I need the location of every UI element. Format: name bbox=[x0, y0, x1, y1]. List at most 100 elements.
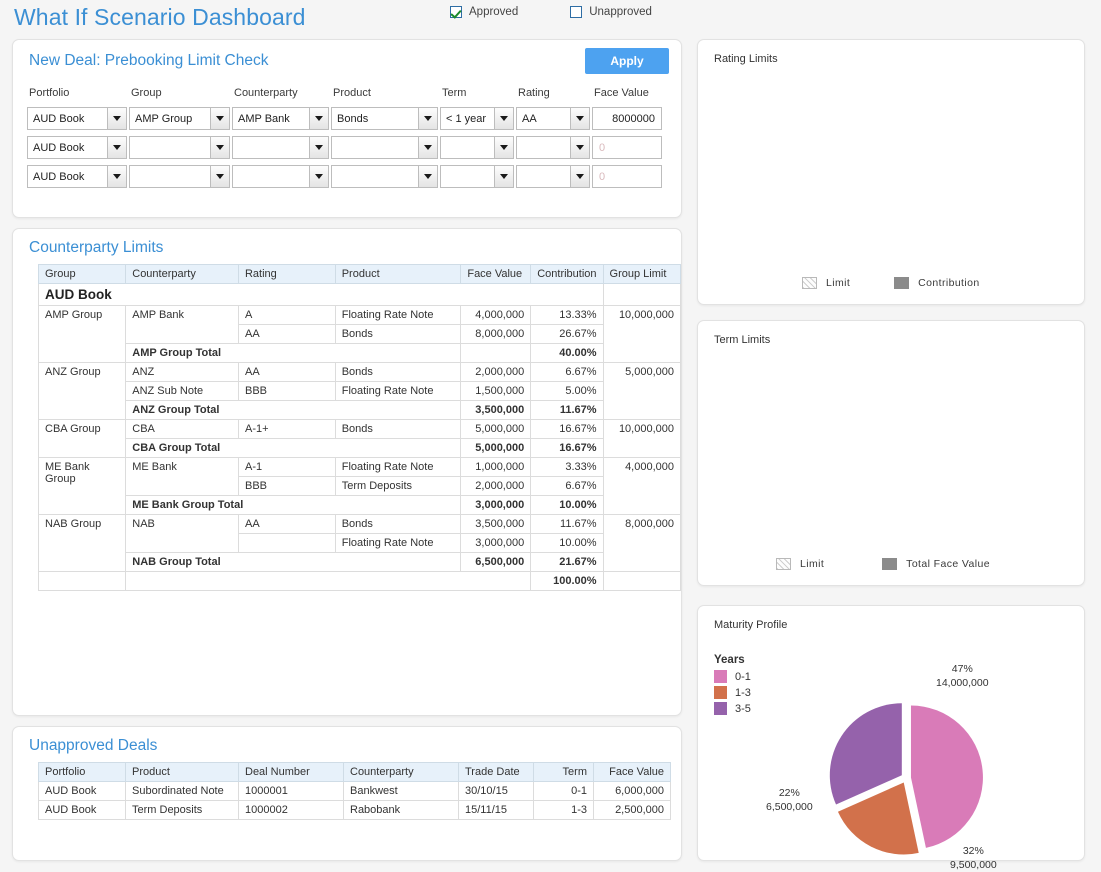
cell-product: Floating Rate Note bbox=[335, 534, 461, 553]
chevron-down-icon[interactable] bbox=[418, 166, 437, 187]
term-select-row3[interactable] bbox=[440, 165, 514, 188]
legend-swatch-value bbox=[882, 558, 897, 570]
cell-face-value: 2,000,000 bbox=[461, 363, 531, 382]
cell-face-value: 3,000,000 bbox=[461, 534, 531, 553]
group-total-row: ANZ Group Total3,500,00011.67% bbox=[39, 401, 681, 420]
chevron-down-icon[interactable] bbox=[570, 108, 589, 129]
term-select-row2[interactable] bbox=[440, 136, 514, 159]
pie-value-3-5: 9,500,000 bbox=[950, 859, 997, 871]
chevron-down-icon[interactable] bbox=[570, 166, 589, 187]
group-total-row: ME Bank Group Total3,000,00010.00% bbox=[39, 496, 681, 515]
chevron-down-icon[interactable] bbox=[418, 137, 437, 158]
form-header-product: Product bbox=[331, 87, 438, 103]
form-header-portfolio: Portfolio bbox=[27, 87, 127, 103]
counterparty-select-row3[interactable] bbox=[232, 165, 329, 188]
cell-contribution: 16.67% bbox=[531, 420, 603, 439]
col-group: Group bbox=[39, 265, 126, 284]
portfolio-select-row2[interactable]: AUD Book bbox=[27, 136, 127, 159]
col-contribution: Contribution bbox=[531, 265, 603, 284]
checkbox-unapproved[interactable]: Unapproved bbox=[570, 6, 652, 18]
group-select-row1[interactable]: AMP Group bbox=[129, 107, 230, 130]
checkbox-approved[interactable]: Approved bbox=[450, 6, 518, 18]
legend-label-limit: Limit bbox=[800, 558, 824, 570]
chevron-down-icon[interactable] bbox=[494, 108, 513, 129]
chevron-down-icon[interactable] bbox=[570, 137, 589, 158]
group-select-row2[interactable] bbox=[129, 136, 230, 159]
cell-face-value: 8,000,000 bbox=[461, 325, 531, 344]
chevron-down-icon[interactable] bbox=[418, 108, 437, 129]
apply-button[interactable]: Apply bbox=[585, 48, 669, 74]
cell-contribution: 26.67% bbox=[531, 325, 603, 344]
chevron-down-icon[interactable] bbox=[210, 137, 229, 158]
chevron-down-icon[interactable] bbox=[494, 166, 513, 187]
form-header-term: Term bbox=[440, 87, 514, 103]
chevron-down-icon[interactable] bbox=[107, 108, 126, 129]
cell-group-total-label: NAB Group Total bbox=[126, 553, 461, 572]
chevron-down-icon[interactable] bbox=[107, 166, 126, 187]
form-header-counterparty: Counterparty bbox=[232, 87, 329, 103]
cell-group-total-label: ME Bank Group Total bbox=[126, 496, 461, 515]
face-value-input-row1[interactable]: 8000000 bbox=[592, 107, 662, 130]
cell-group-limit: 8,000,000 bbox=[603, 515, 680, 572]
chevron-down-icon[interactable] bbox=[210, 166, 229, 187]
chevron-down-icon[interactable] bbox=[309, 166, 328, 187]
cell-face-value: 1,500,000 bbox=[461, 382, 531, 401]
cell-counterparty: Bankwest bbox=[344, 782, 459, 801]
pie-value-0-1: 14,000,000 bbox=[936, 677, 989, 689]
chevron-down-icon[interactable] bbox=[210, 108, 229, 129]
col-group-limit: Group Limit bbox=[603, 265, 680, 284]
counterparty-select-row2[interactable] bbox=[232, 136, 329, 159]
cell-group-total-face-value: 6,500,000 bbox=[461, 553, 531, 572]
portfolio-select-row3[interactable]: AUD Book bbox=[27, 165, 127, 188]
rating-select-row2[interactable] bbox=[516, 136, 590, 159]
dashboard-page: What If Scenario Dashboard Approved Unap… bbox=[0, 0, 1101, 871]
table-row: AMP GroupAMP BankAFloating Rate Note4,00… bbox=[39, 306, 681, 325]
product-select-row3[interactable] bbox=[331, 165, 438, 188]
col-portfolio: Portfolio bbox=[39, 763, 126, 782]
pie-label-1-3: 22%6,500,000 bbox=[766, 786, 813, 814]
cell-group-limit: 5,000,000 bbox=[603, 363, 680, 420]
chevron-down-icon[interactable] bbox=[494, 137, 513, 158]
face-value-input-row3[interactable]: 0 bbox=[592, 165, 662, 188]
chevron-down-icon[interactable] bbox=[309, 108, 328, 129]
cell-face-value: 1,000,000 bbox=[461, 458, 531, 477]
cell-group-total-label: CBA Group Total bbox=[126, 439, 461, 458]
rating-limits-title: Rating Limits bbox=[714, 53, 778, 65]
cell-counterparty: CBA bbox=[126, 420, 239, 439]
checkbox-approved-box[interactable] bbox=[450, 6, 462, 18]
checkbox-unapproved-box[interactable] bbox=[570, 6, 582, 18]
cell-product: Bonds bbox=[335, 325, 461, 344]
cell-group-total-face-value: 3,500,000 bbox=[461, 401, 531, 420]
chevron-down-icon[interactable] bbox=[309, 137, 328, 158]
counterparty-limits-panel: Counterparty Limits GroupCounterpartyRat… bbox=[12, 228, 682, 716]
rating-select-row1[interactable]: AA bbox=[516, 107, 590, 130]
group-select-row3[interactable] bbox=[129, 165, 230, 188]
rating-select-row3[interactable] bbox=[516, 165, 590, 188]
product-select-row2[interactable] bbox=[331, 136, 438, 159]
group-total-row: NAB Group Total6,500,00021.67% bbox=[39, 553, 681, 572]
legend-label-value: Total Face Value bbox=[906, 558, 990, 570]
cell-face-value: 2,500,000 bbox=[594, 801, 671, 820]
cell-group-limit: 10,000,000 bbox=[603, 306, 680, 363]
legend-label-value: Contribution bbox=[918, 277, 979, 289]
face-value-input-row2[interactable]: 0 bbox=[592, 136, 662, 159]
cell-face-value: 4,000,000 bbox=[461, 306, 531, 325]
rating-limits-panel: Rating Limits 0%20%40%60%80%100%AA-1A-1+… bbox=[697, 39, 1085, 305]
cell-group: NAB Group bbox=[39, 515, 126, 572]
cell-contribution: 6.67% bbox=[531, 477, 603, 496]
portfolio-select-row1[interactable]: AUD Book bbox=[27, 107, 127, 130]
pie-percent-3-5: 32% bbox=[963, 845, 984, 857]
counterparty-select-row1[interactable]: AMP Bank bbox=[232, 107, 329, 130]
cell-counterparty: ANZ bbox=[126, 363, 239, 382]
col-face-value: Face Value bbox=[594, 763, 671, 782]
chevron-down-icon[interactable] bbox=[107, 137, 126, 158]
cell-product: Term Deposits bbox=[126, 801, 239, 820]
product-select-row1[interactable]: Bonds bbox=[331, 107, 438, 130]
table-row: ANZ GroupANZAABonds2,000,0006.67%5,000,0… bbox=[39, 363, 681, 382]
counterparty-limits-title: Counterparty Limits bbox=[29, 239, 163, 257]
cell-contribution: 5.00% bbox=[531, 382, 603, 401]
cell-deal-number: 1000002 bbox=[239, 801, 344, 820]
col-counterparty: Counterparty bbox=[344, 763, 459, 782]
term-select-row1[interactable]: < 1 year bbox=[440, 107, 514, 130]
new-deal-column-headers: PortfolioGroupCounterpartyProductTermRat… bbox=[27, 87, 664, 103]
